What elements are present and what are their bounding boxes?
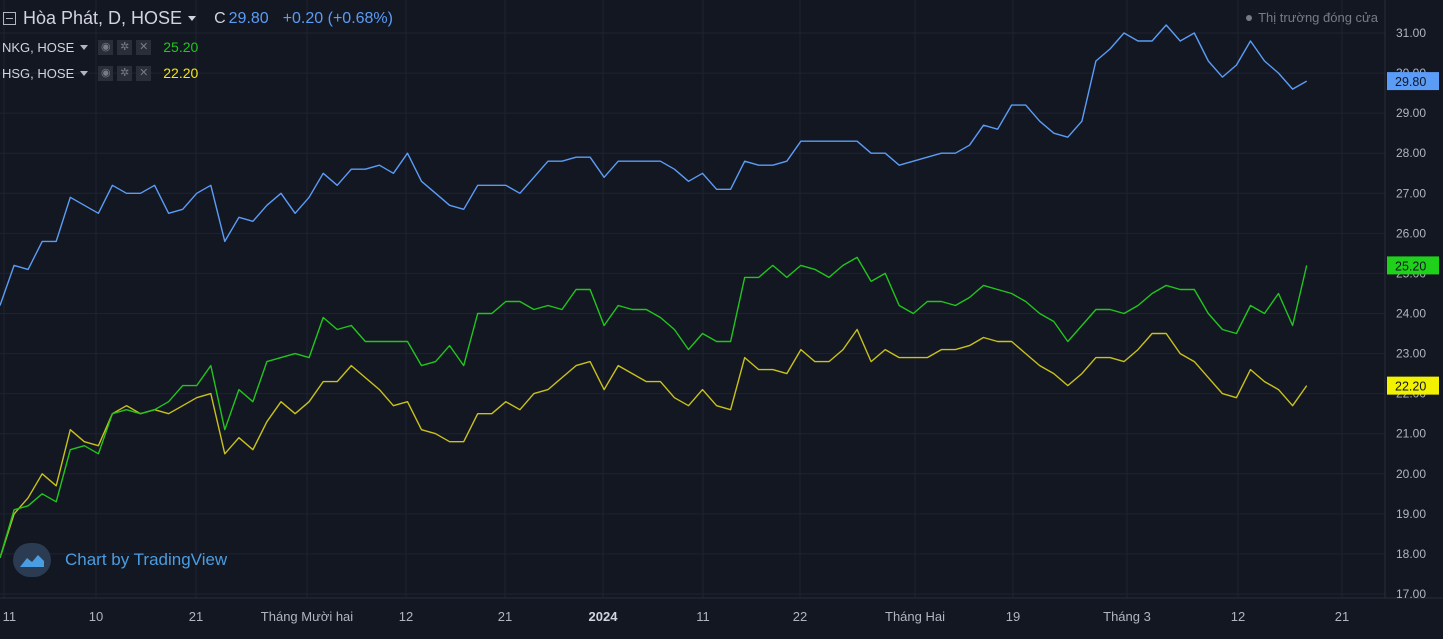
y-tick-label: 24.00	[1396, 307, 1426, 321]
series-controls: ◉ ✲ ✕	[98, 65, 155, 81]
y-tick-label: 28.00	[1396, 146, 1426, 160]
eye-icon[interactable]: ◉	[98, 39, 114, 55]
watermark-text: Chart by TradingView	[65, 550, 228, 569]
close-icon[interactable]: ✕	[136, 65, 152, 81]
y-tick-label: 27.00	[1396, 186, 1426, 200]
y-tick-label: 31.00	[1396, 26, 1426, 40]
x-tick-label: 19	[1006, 609, 1020, 624]
market-status-text: Thị trường đóng cửa	[1258, 10, 1378, 25]
x-tick-label: 21	[1335, 609, 1349, 624]
y-tick-label: 29.00	[1396, 106, 1426, 120]
x-tick-label: 12	[1231, 609, 1245, 624]
x-tick-label: Tháng Mười hai	[261, 609, 353, 624]
compare-symbol[interactable]: NKG, HOSE	[2, 40, 74, 55]
collapse-legend-icon[interactable]	[3, 12, 16, 25]
x-tick-label: 21	[498, 609, 512, 624]
compare-legend-nkg: NKG, HOSE ◉ ✲ ✕ 25.20	[0, 37, 198, 57]
x-tick-label: Tháng 3	[1103, 609, 1151, 624]
y-tick-label: 23.00	[1396, 347, 1426, 361]
x-tick-label: g 11	[0, 609, 16, 624]
chevron-down-icon[interactable]	[80, 70, 89, 76]
grid-lines	[0, 0, 1385, 598]
compare-value: 25.20	[163, 39, 199, 55]
x-tick-label: 2024	[589, 609, 619, 624]
last-value-label: 29.80	[1395, 75, 1426, 89]
last-value-label: 22.20	[1395, 380, 1426, 394]
main-change: +0.20 (+0.68%)	[282, 9, 393, 27]
x-tick-label: 11	[696, 609, 710, 624]
x-tick-label: 12	[399, 609, 413, 624]
main-legend: Hòa Phát, D, HOSE C 29.80 +0.20 (+0.68%)	[0, 8, 393, 29]
y-tick-label: 20.00	[1396, 467, 1426, 481]
tradingview-watermark[interactable]: Chart by TradingView	[13, 543, 227, 577]
gear-icon[interactable]: ✲	[117, 65, 133, 81]
main-close-value: 29.80	[228, 9, 269, 27]
close-icon[interactable]: ✕	[136, 39, 152, 55]
chevron-down-icon[interactable]	[188, 16, 197, 21]
last-value-label: 25.20	[1395, 259, 1426, 273]
eye-icon[interactable]: ◉	[98, 65, 114, 81]
y-tick-label: 26.00	[1396, 226, 1426, 240]
y-tick-label: 21.00	[1396, 427, 1426, 441]
close-label: C	[214, 9, 226, 27]
x-tick-label: Tháng Hai	[885, 609, 945, 624]
compare-value: 22.20	[163, 65, 199, 81]
main-symbol[interactable]: Hòa Phát, D, HOSE	[23, 8, 182, 29]
status-dot-icon	[1246, 14, 1253, 21]
compare-symbol[interactable]: HSG, HOSE	[2, 66, 74, 81]
series-controls: ◉ ✲ ✕	[98, 39, 155, 55]
x-tick-label: 10	[89, 609, 103, 624]
tradingview-logo-icon	[13, 543, 51, 577]
y-tick-label: 19.00	[1396, 507, 1426, 521]
chevron-down-icon[interactable]	[80, 44, 89, 50]
x-tick-label: 21	[189, 609, 203, 624]
gear-icon[interactable]: ✲	[117, 39, 133, 55]
time-axis: g 11 10 21 Tháng Mười hai 12 21 2024 11 22 Tháng …	[0, 609, 1349, 624]
market-status: Thị trường đóng cửa	[1246, 10, 1378, 25]
y-tick-label: 18.00	[1396, 547, 1426, 561]
x-tick-label: 22	[793, 609, 807, 624]
compare-legend-hsg: HSG, HOSE ◉ ✲ ✕ 22.20	[0, 63, 198, 83]
y-tick-label: 17.00	[1396, 587, 1426, 601]
price-axis: 17.0018.0019.0020.0021.0022.0023.0024.00…	[1396, 26, 1426, 601]
